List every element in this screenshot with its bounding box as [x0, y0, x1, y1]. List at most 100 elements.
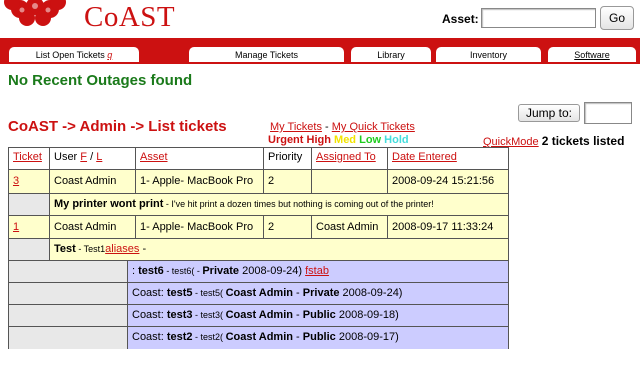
table-row: 1 Coast Admin 1- Apple- MacBook Pro 2 Co… — [9, 216, 508, 239]
subticket-content: Coast: test3 - test3( Coast Admin - Publ… — [128, 305, 508, 327]
aliases-link[interactable]: aliases — [105, 243, 139, 255]
ticket-count: 2 tickets listed — [541, 134, 625, 148]
jump-to-button[interactable]: Jump to: — [518, 104, 580, 122]
subticket-row: Coast: test5 - test5( Coast Admin - Priv… — [9, 283, 508, 305]
ticket-title: Test — [54, 243, 76, 255]
subticket-owner: Coast Admin — [225, 287, 293, 299]
subticket-prefix: Coast: — [132, 331, 167, 343]
subticket-name: test5 — [166, 287, 193, 299]
ticket-date: 2008-09-17 11:33:24 — [388, 216, 508, 239]
app-title: CoAST — [84, 1, 176, 33]
subticket-row: Coast: test3 - test3( Coast Admin - Publ… — [9, 305, 508, 327]
ticket-user: Coast Admin — [50, 216, 136, 239]
subticket-prefix: Coast: — [132, 309, 167, 321]
priority-legend: Urgent High Med Low Hold — [268, 134, 409, 146]
subticket-visibility: Private — [202, 265, 240, 277]
priority-med: Med — [334, 134, 357, 146]
tickets-table: Ticket User F / L Asset Priority Assigne… — [8, 147, 509, 349]
ticket-asset: 1- Apple- MacBook Pro — [136, 216, 264, 239]
ticket-id-link[interactable]: 3 — [13, 175, 19, 187]
subticket-date: 2008-09-18) — [335, 309, 399, 321]
subticket-short: - test2( — [192, 332, 226, 342]
subticket-content: : test6 - test6( - Private 2008-09-24) f… — [128, 261, 508, 283]
priority-low: Low — [359, 134, 382, 146]
ticket-links: My Tickets - My Quick Tickets — [270, 121, 415, 133]
col-user-label: User — [54, 151, 78, 163]
subticket-content: Coast: test5 - test5( Coast Admin - Priv… — [128, 283, 508, 305]
ticket-description-row: My printer wont print - I've hit print a… — [9, 194, 508, 216]
subticket-prefix: Coast: — [132, 287, 167, 299]
col-asset[interactable]: Asset — [136, 148, 264, 170]
ticket-title: My printer wont print — [54, 198, 164, 210]
tab-library[interactable]: Library — [351, 47, 431, 62]
tab-inventory-label: Inventory — [469, 50, 508, 60]
ticket-asset: 1- Apple- MacBook Pro — [136, 170, 264, 194]
col-user-sep: / — [87, 151, 97, 163]
tab-software[interactable]: Software — [548, 47, 636, 62]
subticket-content: Coast: test2 - test2( Coast Admin - Publ… — [128, 327, 508, 349]
sort-asset-link[interactable]: Asset — [140, 151, 168, 163]
ticket-id-cell[interactable]: 3 — [9, 170, 50, 194]
ticket-description-text: - I've hit print a dozen times but nothi… — [163, 199, 434, 209]
subticket-name: test6 — [138, 265, 164, 277]
priority-urgent: Urgent — [268, 134, 304, 146]
subticket-spacer — [9, 283, 128, 305]
subticket-visibility: Private — [302, 287, 340, 299]
subticket-spacer — [9, 261, 128, 283]
tab-software-label: Software — [574, 50, 610, 60]
outages-status: No Recent Outages found — [8, 72, 193, 89]
subticket-short: - test5( — [192, 288, 226, 298]
tab-list-open-tickets-hotkey: q — [107, 50, 113, 60]
tab-list-open-tickets[interactable]: List Open Tickets q — [9, 47, 139, 62]
subticket-name: test2 — [166, 331, 193, 343]
ticket-assigned-to — [312, 170, 388, 194]
jump-to-input[interactable] — [584, 102, 632, 124]
my-tickets-link[interactable]: My Tickets — [270, 121, 322, 133]
subticket-visibility: Public — [302, 331, 336, 343]
table-header-row: Ticket User F / L Asset Priority Assigne… — [9, 148, 508, 170]
ticket-description: My printer wont print - I've hit print a… — [50, 194, 508, 216]
asset-search-input[interactable] — [481, 8, 596, 28]
tab-inventory[interactable]: Inventory — [436, 47, 541, 62]
ticket-description-row: Test - Test1aliases - — [9, 239, 508, 261]
description-spacer — [9, 194, 50, 216]
sort-ticket-link[interactable]: Ticket — [13, 151, 42, 163]
description-spacer — [9, 239, 50, 261]
priority-high: High — [306, 134, 331, 146]
my-quick-tickets-link[interactable]: My Quick Tickets — [332, 121, 415, 133]
tab-manage-tickets-label: Manage Tickets — [234, 50, 299, 60]
ticket-priority: 2 — [264, 216, 312, 239]
sort-user-last-link[interactable]: L — [96, 151, 102, 163]
flower-logo-icon — [4, 0, 66, 26]
col-date-entered[interactable]: Date Entered — [388, 148, 508, 170]
go-button[interactable]: Go — [600, 6, 634, 30]
fstab-link[interactable]: fstab — [305, 265, 329, 277]
subticket-short: - test3( — [192, 310, 226, 320]
quickmode-area: QuickMode 2 tickets listed — [483, 134, 624, 148]
ticket-description: Test - Test1aliases - — [50, 239, 508, 261]
col-user: User F / L — [50, 148, 136, 170]
col-assigned-to[interactable]: Assigned To — [312, 148, 388, 170]
asset-search-label: Asset: — [442, 12, 479, 26]
ticket-priority: 2 — [264, 170, 312, 194]
subticket-owner: Coast Admin — [225, 331, 293, 343]
col-priority-label: Priority — [268, 151, 303, 163]
breadcrumb: CoAST -> Admin -> List tickets — [8, 118, 227, 135]
col-ticket[interactable]: Ticket — [9, 148, 50, 170]
subticket-short: - test6( - — [163, 266, 203, 276]
sort-date-link[interactable]: Date Entered — [392, 151, 457, 163]
subticket-row: : test6 - test6( - Private 2008-09-24) f… — [9, 261, 508, 283]
subticket-owner: Coast Admin — [225, 309, 293, 321]
ticket-description-suffix: - — [139, 243, 147, 255]
ticket-date: 2008-09-24 15:21:56 — [388, 170, 508, 194]
ticket-id-cell[interactable]: 1 — [9, 216, 50, 239]
sort-assigned-to-link[interactable]: Assigned To — [316, 151, 376, 163]
ticket-id-link[interactable]: 1 — [13, 221, 19, 233]
subticket-spacer — [9, 305, 128, 327]
subticket-date: 2008-09-24) — [239, 265, 303, 277]
tab-list-open-tickets-label: List Open Tickets — [35, 50, 105, 60]
col-priority: Priority — [264, 148, 312, 170]
subticket-date: 2008-09-24) — [339, 287, 403, 299]
subticket-spacer — [9, 327, 128, 349]
tab-manage-tickets[interactable]: Manage Tickets — [189, 47, 344, 62]
